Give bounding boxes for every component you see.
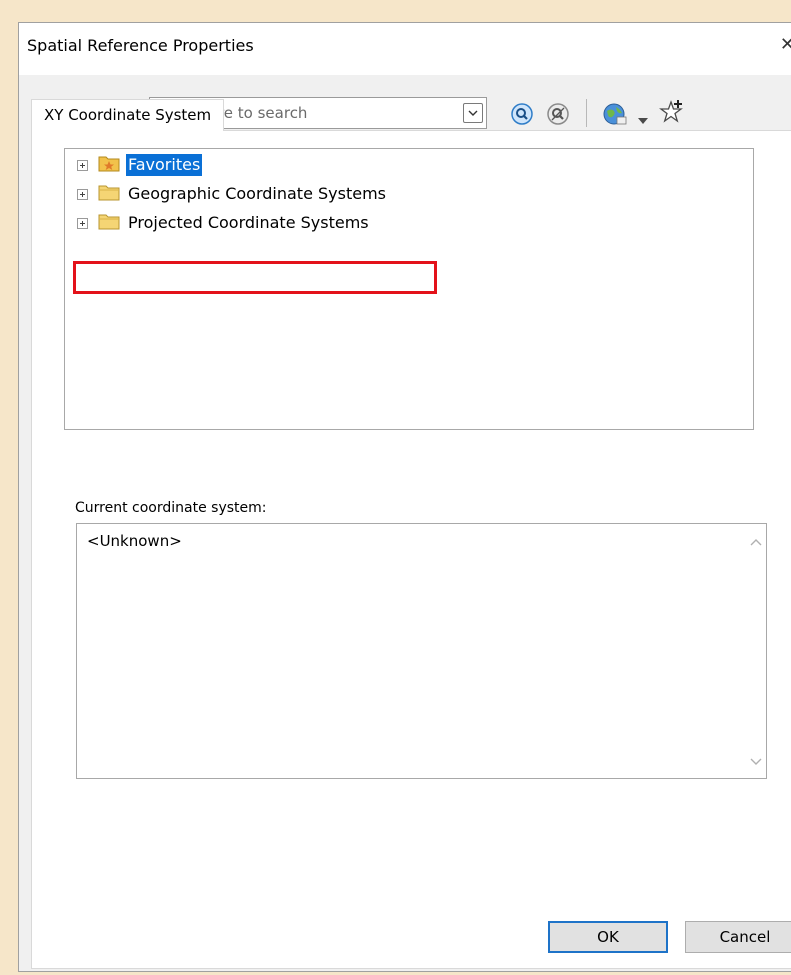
cancel-button[interactable]: Cancel (685, 921, 791, 953)
dialog-title: Spatial Reference Properties (27, 36, 254, 55)
chevron-down-icon (468, 110, 478, 116)
search-icon[interactable] (510, 102, 534, 130)
current-coordinate-system-label: Current coordinate system: (75, 500, 267, 516)
clear-search-icon[interactable] (546, 102, 570, 130)
current-coordinate-system-textbox[interactable]: <Unknown> (76, 523, 767, 779)
add-favorite-icon[interactable] (659, 98, 685, 130)
current-coordinate-system-value: <Unknown> (87, 532, 182, 550)
globe-dropdown-arrow-icon[interactable] (638, 110, 648, 128)
expand-icon[interactable] (77, 217, 88, 229)
expand-icon[interactable] (77, 159, 88, 171)
folder-icon (98, 183, 120, 205)
scroll-up-icon[interactable] (750, 538, 762, 546)
toolbar-separator (586, 99, 587, 127)
expand-icon[interactable] (77, 188, 88, 200)
tree-item-favorites[interactable]: Favorites (77, 153, 203, 177)
favorites-folder-icon (98, 154, 120, 176)
dialog-window: Spatial Reference Properties ✕ XY Coordi… (18, 22, 791, 972)
tree-item-geographic-coordinate-systems[interactable]: Geographic Coordinate Systems (77, 182, 388, 206)
search-dropdown-button[interactable] (463, 103, 483, 123)
scroll-down-icon[interactable] (750, 758, 762, 766)
tree-item-label[interactable]: Geographic Coordinate Systems (126, 183, 388, 205)
ok-button[interactable]: OK (548, 921, 668, 953)
folder-icon (98, 212, 120, 234)
globe-icon[interactable] (602, 102, 628, 130)
tab-xy-coordinate-system[interactable]: XY Coordinate System (31, 99, 225, 131)
tree-item-projected-coordinate-systems[interactable]: Projected Coordinate Systems (77, 211, 371, 235)
tree-item-label[interactable]: Projected Coordinate Systems (126, 212, 371, 234)
highlight-annotation-box (73, 261, 437, 294)
close-icon[interactable]: ✕ (780, 34, 791, 55)
tree-item-label[interactable]: Favorites (126, 154, 203, 176)
